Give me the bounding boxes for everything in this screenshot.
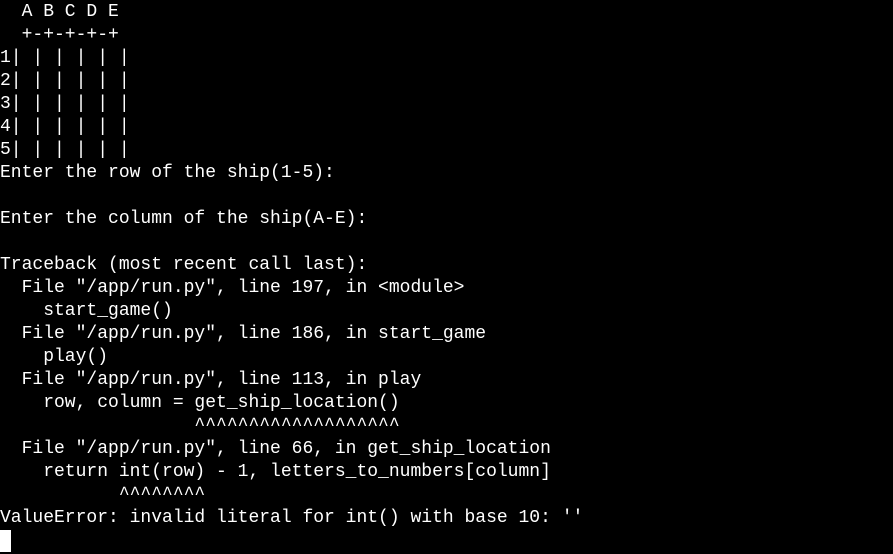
traceback-caret-marker: ^^^^^^^^: [0, 485, 206, 505]
board-border: +-+-+-+-+: [0, 25, 119, 45]
column-prompt: Enter the column of the ship(A-E):: [0, 209, 368, 229]
board-row-1: 1| | | | | |: [0, 48, 130, 68]
terminal-window[interactable]: A B C D E +-+-+-+-+ 1| | | | | | 2| | | …: [0, 0, 893, 554]
traceback-frame: File "/app/run.py", line 66, in get_ship…: [0, 439, 551, 459]
error-message: ValueError: invalid literal for int() wi…: [0, 508, 584, 528]
terminal-cursor[interactable]: [0, 530, 11, 552]
traceback-caret-marker: ^^^^^^^^^^^^^^^^^^^: [0, 416, 400, 436]
traceback-frame: File "/app/run.py", line 197, in <module…: [0, 278, 465, 298]
board-column-header: A B C D E: [0, 2, 119, 22]
traceback-code: return int(row) - 1, letters_to_numbers[…: [0, 462, 551, 482]
row-prompt: Enter the row of the ship(1-5):: [0, 163, 335, 183]
board-row-3: 3| | | | | |: [0, 94, 130, 114]
board-row-4: 4| | | | | |: [0, 117, 130, 137]
traceback-code: start_game(): [0, 301, 173, 321]
traceback-code: play(): [0, 347, 109, 367]
traceback-frame: File "/app/run.py", line 186, in start_g…: [0, 324, 487, 344]
board-row-5: 5| | | | | |: [0, 140, 130, 160]
traceback-frame: File "/app/run.py", line 113, in play: [0, 370, 422, 390]
traceback-code: row, column = get_ship_location(): [0, 393, 400, 413]
board-row-2: 2| | | | | |: [0, 71, 130, 91]
traceback-header: Traceback (most recent call last):: [0, 255, 368, 275]
